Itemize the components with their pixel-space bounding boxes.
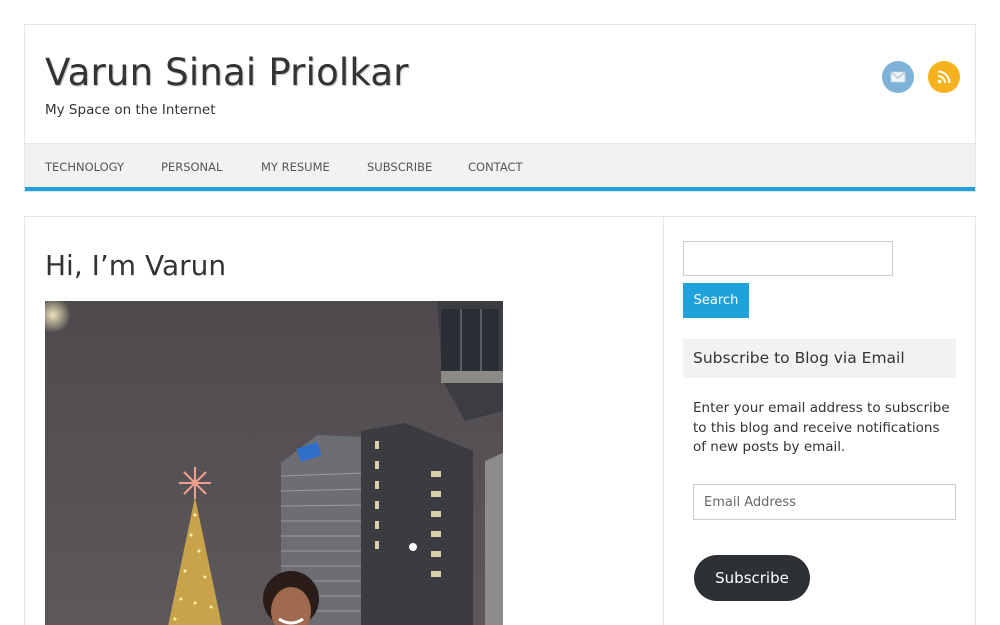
email-field[interactable] — [693, 484, 956, 520]
site-header: Varun Sinai Priolkar My Space on the Int… — [24, 24, 976, 192]
subscribe-button[interactable]: Subscribe — [694, 555, 810, 601]
search-button[interactable]: Search — [683, 283, 749, 318]
site-description: My Space on the Internet — [45, 102, 216, 118]
site-title[interactable]: Varun Sinai Priolkar — [45, 51, 409, 94]
subscribe-widget-title: Subscribe to Blog via Email — [683, 339, 956, 378]
main-content: Hi, I’m Varun Search Subscribe to Blog v… — [24, 216, 976, 625]
nav-accent-bar — [25, 187, 975, 191]
nav-item-technology[interactable]: TECHNOLOGY — [45, 160, 124, 174]
nav-item-contact[interactable]: CONTACT — [468, 160, 523, 174]
nav-item-personal[interactable]: PERSONAL — [161, 160, 222, 174]
profile-photo — [45, 301, 503, 625]
email-icon[interactable] — [882, 61, 914, 93]
nav-item-subscribe[interactable]: SUBSCRIBE — [367, 160, 432, 174]
main-navigation: TECHNOLOGY PERSONAL MY RESUME SUBSCRIBE … — [25, 143, 975, 187]
post-title: Hi, I’m Varun — [45, 249, 227, 282]
content-divider — [663, 217, 664, 625]
subscribe-widget-text: Enter your email address to subscribe to… — [693, 400, 950, 455]
nav-item-my-resume[interactable]: MY RESUME — [261, 160, 330, 174]
search-input[interactable] — [683, 241, 893, 276]
rss-icon[interactable] — [928, 61, 960, 93]
